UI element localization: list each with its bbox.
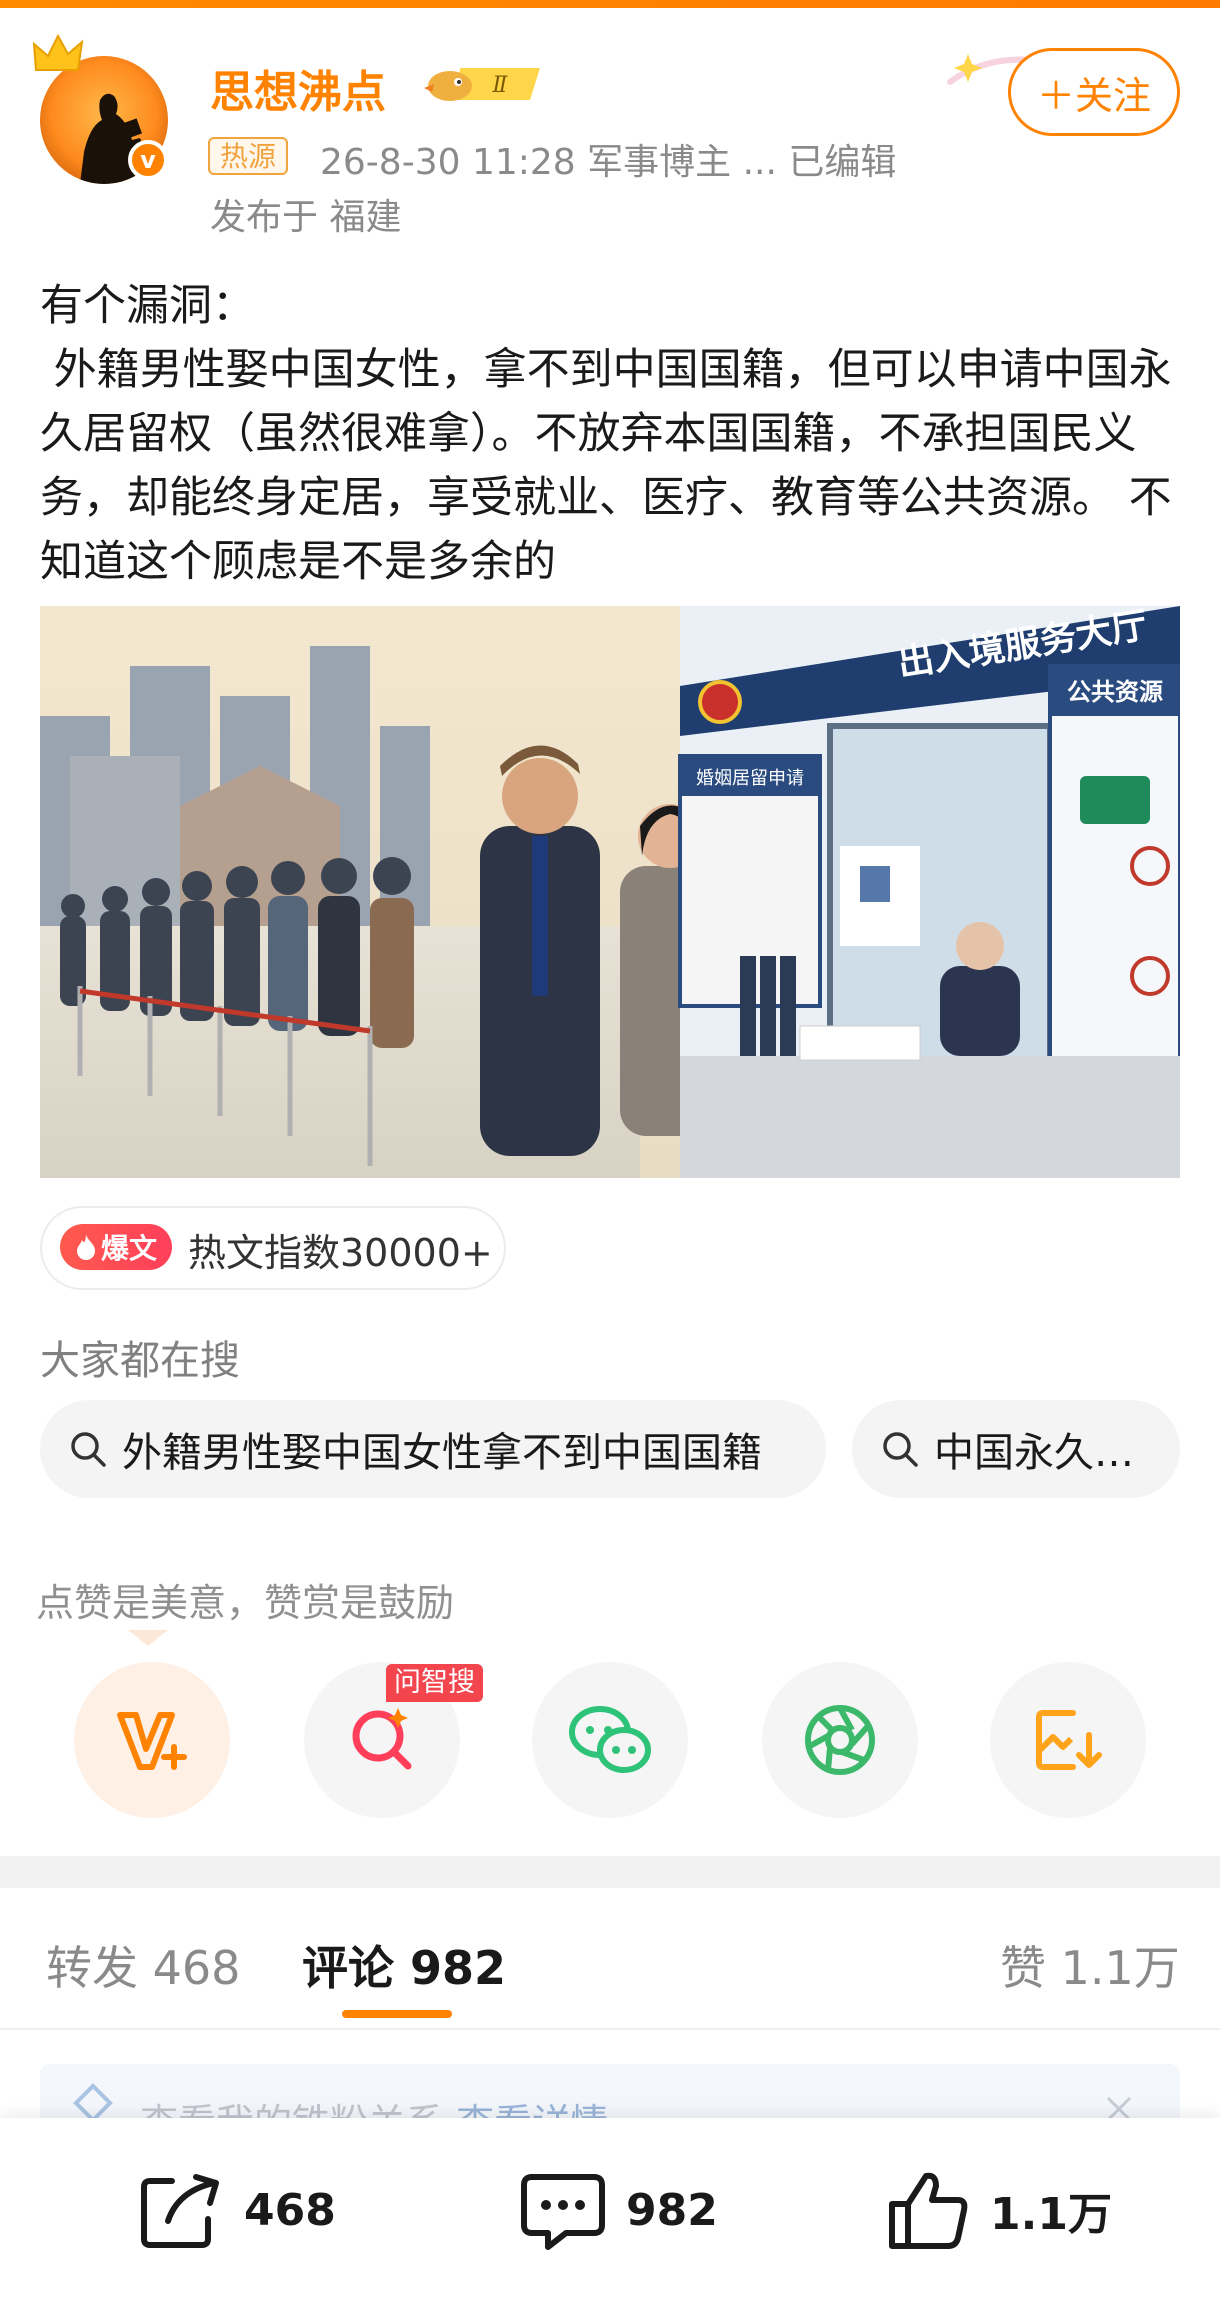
post-text: 有个漏洞： 外籍男性娶中国女性，拿不到中国国籍，但可以申请中国永久居留权（虽然很… [40,281,1172,587]
repost-action[interactable]: 468 [138,2160,336,2260]
search-icon [71,1432,106,1467]
post-meta: 26-8-30 11:28 军事博主 ... 已编辑 [320,142,897,183]
share-wechat-button[interactable] [532,1662,688,1818]
tooltip-arrow [128,1630,168,1646]
public-resources-sign: 公共资源 [1067,678,1163,706]
marriage-sign: 婚姻居留申请 [696,768,804,789]
level-number: Ⅱ [492,73,509,98]
comment-action[interactable]: 982 [520,2160,718,2260]
crown-icon [32,33,84,71]
tab-likes[interactable]: 赞 1.1万 [1000,1932,1180,1998]
ai-search-icon [352,1708,412,1770]
flame-icon [76,1235,95,1260]
save-image-icon [1036,1710,1102,1770]
hot-article-index: 热文指数30000+ [188,1231,493,1275]
like-thumb-icon [889,2172,968,2249]
hot-source-tag: 热源 [208,137,289,175]
tab-comments[interactable]: 评论 982 [302,1932,506,1998]
hot-article-badge: 爆文 [60,1224,172,1270]
reward-v-plus-icon [117,1712,187,1770]
appreciation-hint: 点赞是美意，赞赏是鼓励 [36,1581,455,1625]
comment-icon [521,2174,605,2250]
post-location: 发布于 福建 [210,197,402,238]
username[interactable]: 思想沸点 [210,56,386,120]
search-section-title: 大家都在搜 [40,1338,240,1384]
reward-button[interactable] [74,1662,230,1818]
repost-icon [141,2174,219,2248]
save-image-button[interactable] [990,1662,1146,1818]
like-action[interactable]: 1.1万 [886,2160,1112,2260]
search-chip-1[interactable]: 外籍男性娶中国女性拿不到中国国籍 [40,1400,826,1498]
ai-search-tag: 问智搜 [386,1664,483,1702]
repost-count: 468 [244,2184,336,2236]
share-moments-button[interactable] [762,1662,918,1818]
search-chip-label: 中国永久… [934,1430,1134,1476]
top-accent-bar [0,0,1220,8]
level-badge-icon: Ⅱ [424,68,540,101]
search-chip-2[interactable]: 中国永久… [852,1400,1180,1498]
section-divider [0,1856,1220,1888]
like-count: 1.1万 [990,2189,1112,2240]
moments-icon [805,1705,875,1775]
hot-article-badge-label: 爆文 [100,1232,157,1265]
search-icon [883,1432,918,1467]
wechat-icon [569,1706,651,1773]
tab-repost[interactable]: 转发 468 [46,1932,240,1998]
search-chip-label: 外籍男性娶中国女性拿不到中国国籍 [122,1430,762,1476]
verified-badge-icon: v [128,140,168,180]
comment-count: 982 [626,2184,718,2236]
follow-button[interactable]: ＋关注 [1008,48,1180,136]
post-image[interactable]: 出入境服务大厅 婚姻居留申请 公共资源 [40,605,1182,1178]
active-tab-indicator [342,2010,452,2018]
tab-divider [0,2028,1220,2030]
